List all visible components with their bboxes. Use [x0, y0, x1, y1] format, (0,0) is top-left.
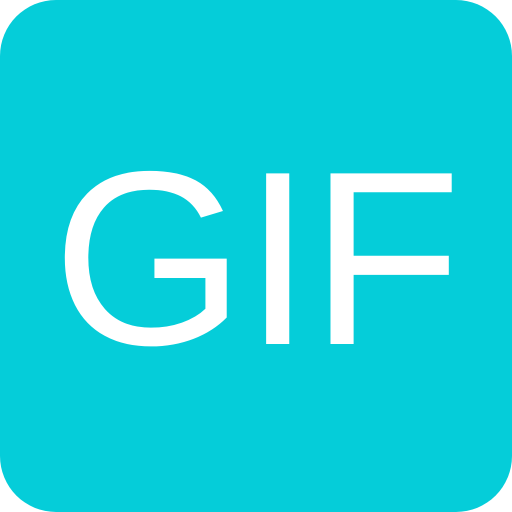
gif-app-icon: GIF	[0, 0, 512, 512]
gif-label: GIF	[52, 119, 461, 397]
